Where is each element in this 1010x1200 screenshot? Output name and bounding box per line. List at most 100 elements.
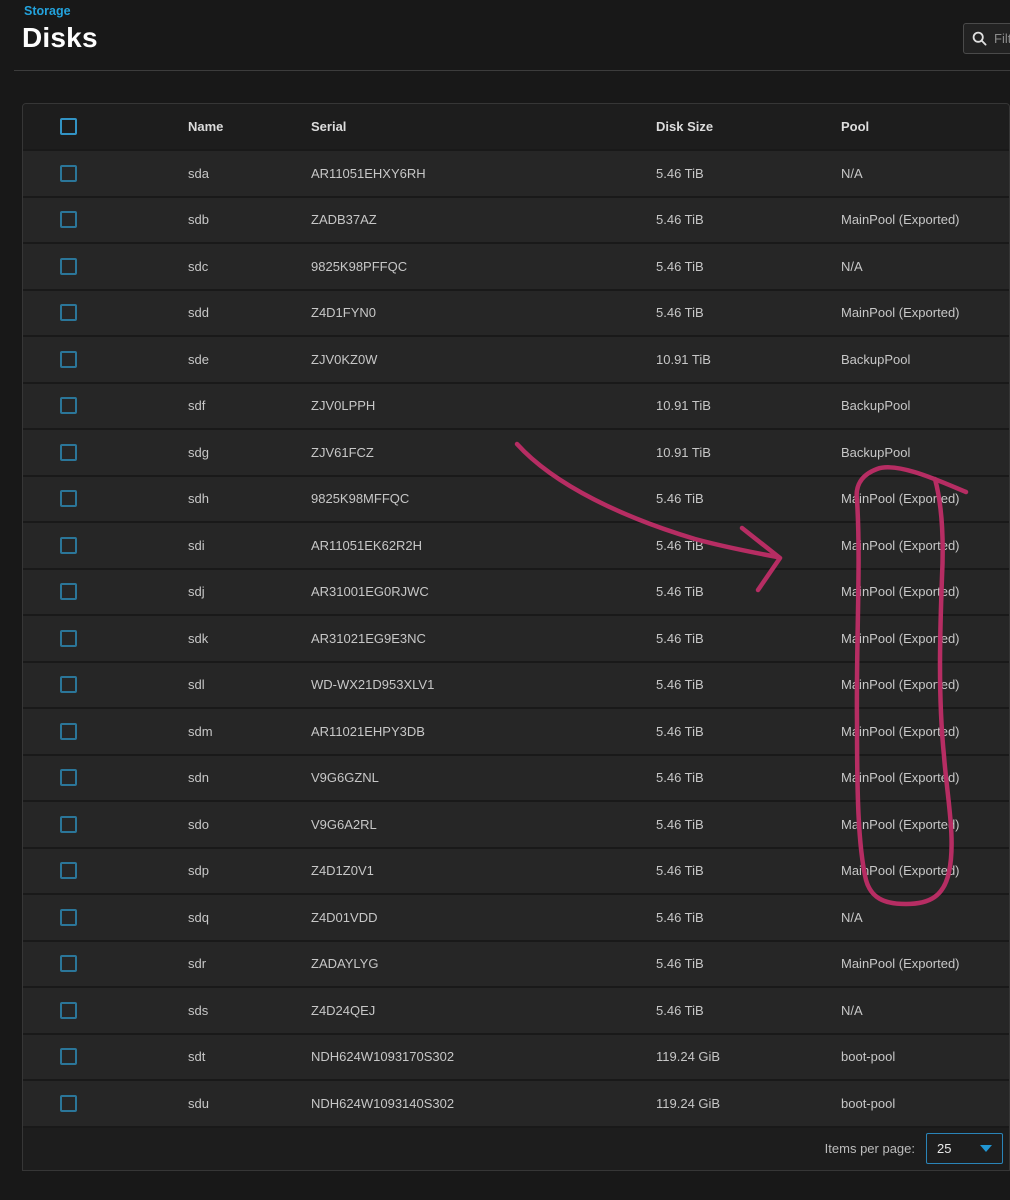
- disk-size: 5.46 TiB: [656, 584, 841, 599]
- items-per-page-value: 25: [937, 1141, 951, 1156]
- disk-size: 5.46 TiB: [656, 305, 841, 320]
- disk-size: 119.24 GiB: [656, 1049, 841, 1064]
- row-checkbox[interactable]: [60, 862, 77, 879]
- disk-serial: ZJV61FCZ: [311, 445, 656, 460]
- table-row: sdo V9G6A2RL 5.46 TiB MainPool (Exported…: [23, 800, 1009, 847]
- filter-box[interactable]: [963, 23, 1010, 54]
- row-checkbox[interactable]: [60, 351, 77, 368]
- disk-pool: BackupPool: [841, 398, 1009, 413]
- row-checkbox[interactable]: [60, 444, 77, 461]
- disk-serial: V9G6A2RL: [311, 817, 656, 832]
- disk-serial: Z4D01VDD: [311, 910, 656, 925]
- disk-serial: V9G6GZNL: [311, 770, 656, 785]
- row-checkbox[interactable]: [60, 490, 77, 507]
- disk-size: 5.46 TiB: [656, 538, 841, 553]
- row-checkbox[interactable]: [60, 397, 77, 414]
- disk-name: sdo: [188, 817, 311, 832]
- table-row: sdb ZADB37AZ 5.46 TiB MainPool (Exported…: [23, 196, 1009, 243]
- row-checkbox[interactable]: [60, 723, 77, 740]
- disk-serial: NDH624W1093170S302: [311, 1049, 656, 1064]
- table-row: sdf ZJV0LPPH 10.91 TiB BackupPool: [23, 382, 1009, 429]
- disk-name: sdd: [188, 305, 311, 320]
- row-checkbox[interactable]: [60, 1002, 77, 1019]
- breadcrumb-storage[interactable]: Storage: [24, 4, 71, 18]
- column-header-pool[interactable]: Pool: [841, 119, 1009, 134]
- disk-serial: ZJV0KZ0W: [311, 352, 656, 367]
- row-checkbox[interactable]: [60, 304, 77, 321]
- disk-pool: MainPool (Exported): [841, 724, 1009, 739]
- disk-size: 5.46 TiB: [656, 724, 841, 739]
- disk-size: 5.46 TiB: [656, 817, 841, 832]
- disk-size: 5.46 TiB: [656, 956, 841, 971]
- disk-name: sdg: [188, 445, 311, 460]
- disk-name: sdn: [188, 770, 311, 785]
- disk-pool: MainPool (Exported): [841, 631, 1009, 646]
- disk-pool: MainPool (Exported): [841, 956, 1009, 971]
- table-row: sdn V9G6GZNL 5.46 TiB MainPool (Exported…: [23, 754, 1009, 801]
- disk-pool: MainPool (Exported): [841, 863, 1009, 878]
- disk-size: 10.91 TiB: [656, 445, 841, 460]
- row-checkbox[interactable]: [60, 630, 77, 647]
- page-title: Disks: [22, 22, 98, 54]
- header-divider: [14, 70, 1010, 71]
- disk-serial: Z4D24QEJ: [311, 1003, 656, 1018]
- disk-pool: boot-pool: [841, 1049, 1009, 1064]
- disk-pool: MainPool (Exported): [841, 770, 1009, 785]
- disk-pool: MainPool (Exported): [841, 491, 1009, 506]
- disk-name: sda: [188, 166, 311, 181]
- row-checkbox[interactable]: [60, 165, 77, 182]
- table-row: sdg ZJV61FCZ 10.91 TiB BackupPool: [23, 428, 1009, 475]
- disk-pool: BackupPool: [841, 445, 1009, 460]
- row-checkbox[interactable]: [60, 1095, 77, 1112]
- row-checkbox[interactable]: [60, 816, 77, 833]
- disk-pool: MainPool (Exported): [841, 305, 1009, 320]
- filter-input[interactable]: [994, 31, 1010, 46]
- row-checkbox[interactable]: [60, 583, 77, 600]
- row-checkbox[interactable]: [60, 211, 77, 228]
- disk-name: sdu: [188, 1096, 311, 1111]
- disk-name: sdi: [188, 538, 311, 553]
- disk-serial: ZADB37AZ: [311, 212, 656, 227]
- items-per-page-select[interactable]: 25: [926, 1133, 1003, 1164]
- column-header-serial[interactable]: Serial: [311, 119, 656, 134]
- disk-size: 5.46 TiB: [656, 910, 841, 925]
- chevron-down-icon: [980, 1145, 992, 1152]
- disk-size: 5.46 TiB: [656, 259, 841, 274]
- disk-name: sdh: [188, 491, 311, 506]
- column-header-name[interactable]: Name: [188, 119, 311, 134]
- table-row: sdl WD-WX21D953XLV1 5.46 TiB MainPool (E…: [23, 661, 1009, 708]
- table-row: sdi AR11051EK62R2H 5.46 TiB MainPool (Ex…: [23, 521, 1009, 568]
- table-header-row: Name Serial Disk Size Pool: [23, 104, 1009, 149]
- disk-serial: NDH624W1093140S302: [311, 1096, 656, 1111]
- table-row: sdh 9825K98MFFQC 5.46 TiB MainPool (Expo…: [23, 475, 1009, 522]
- disk-name: sdt: [188, 1049, 311, 1064]
- disk-pool: BackupPool: [841, 352, 1009, 367]
- disk-serial: 9825K98MFFQC: [311, 491, 656, 506]
- disk-serial: AR11051EK62R2H: [311, 538, 656, 553]
- row-checkbox[interactable]: [60, 769, 77, 786]
- row-checkbox[interactable]: [60, 258, 77, 275]
- table-row: sdp Z4D1Z0V1 5.46 TiB MainPool (Exported…: [23, 847, 1009, 894]
- table-row: sdc 9825K98PFFQC 5.46 TiB N/A: [23, 242, 1009, 289]
- disk-name: sdf: [188, 398, 311, 413]
- table-row: sdq Z4D01VDD 5.46 TiB N/A: [23, 893, 1009, 940]
- disk-name: sdl: [188, 677, 311, 692]
- disk-size: 5.46 TiB: [656, 1003, 841, 1018]
- disk-pool: MainPool (Exported): [841, 584, 1009, 599]
- disk-size: 5.46 TiB: [656, 166, 841, 181]
- select-all-checkbox[interactable]: [60, 118, 77, 135]
- disk-name: sdk: [188, 631, 311, 646]
- row-checkbox[interactable]: [60, 537, 77, 554]
- row-checkbox[interactable]: [60, 1048, 77, 1065]
- row-checkbox[interactable]: [60, 909, 77, 926]
- column-header-disk-size[interactable]: Disk Size: [656, 119, 841, 134]
- disk-serial: AR11051EHXY6RH: [311, 166, 656, 181]
- row-checkbox[interactable]: [60, 676, 77, 693]
- disk-serial: AR31001EG0RJWC: [311, 584, 656, 599]
- disk-name: sde: [188, 352, 311, 367]
- disk-size: 5.46 TiB: [656, 491, 841, 506]
- row-checkbox[interactable]: [60, 955, 77, 972]
- table-row: sda AR11051EHXY6RH 5.46 TiB N/A: [23, 149, 1009, 196]
- table-row: sde ZJV0KZ0W 10.91 TiB BackupPool: [23, 335, 1009, 382]
- disk-pool: boot-pool: [841, 1096, 1009, 1111]
